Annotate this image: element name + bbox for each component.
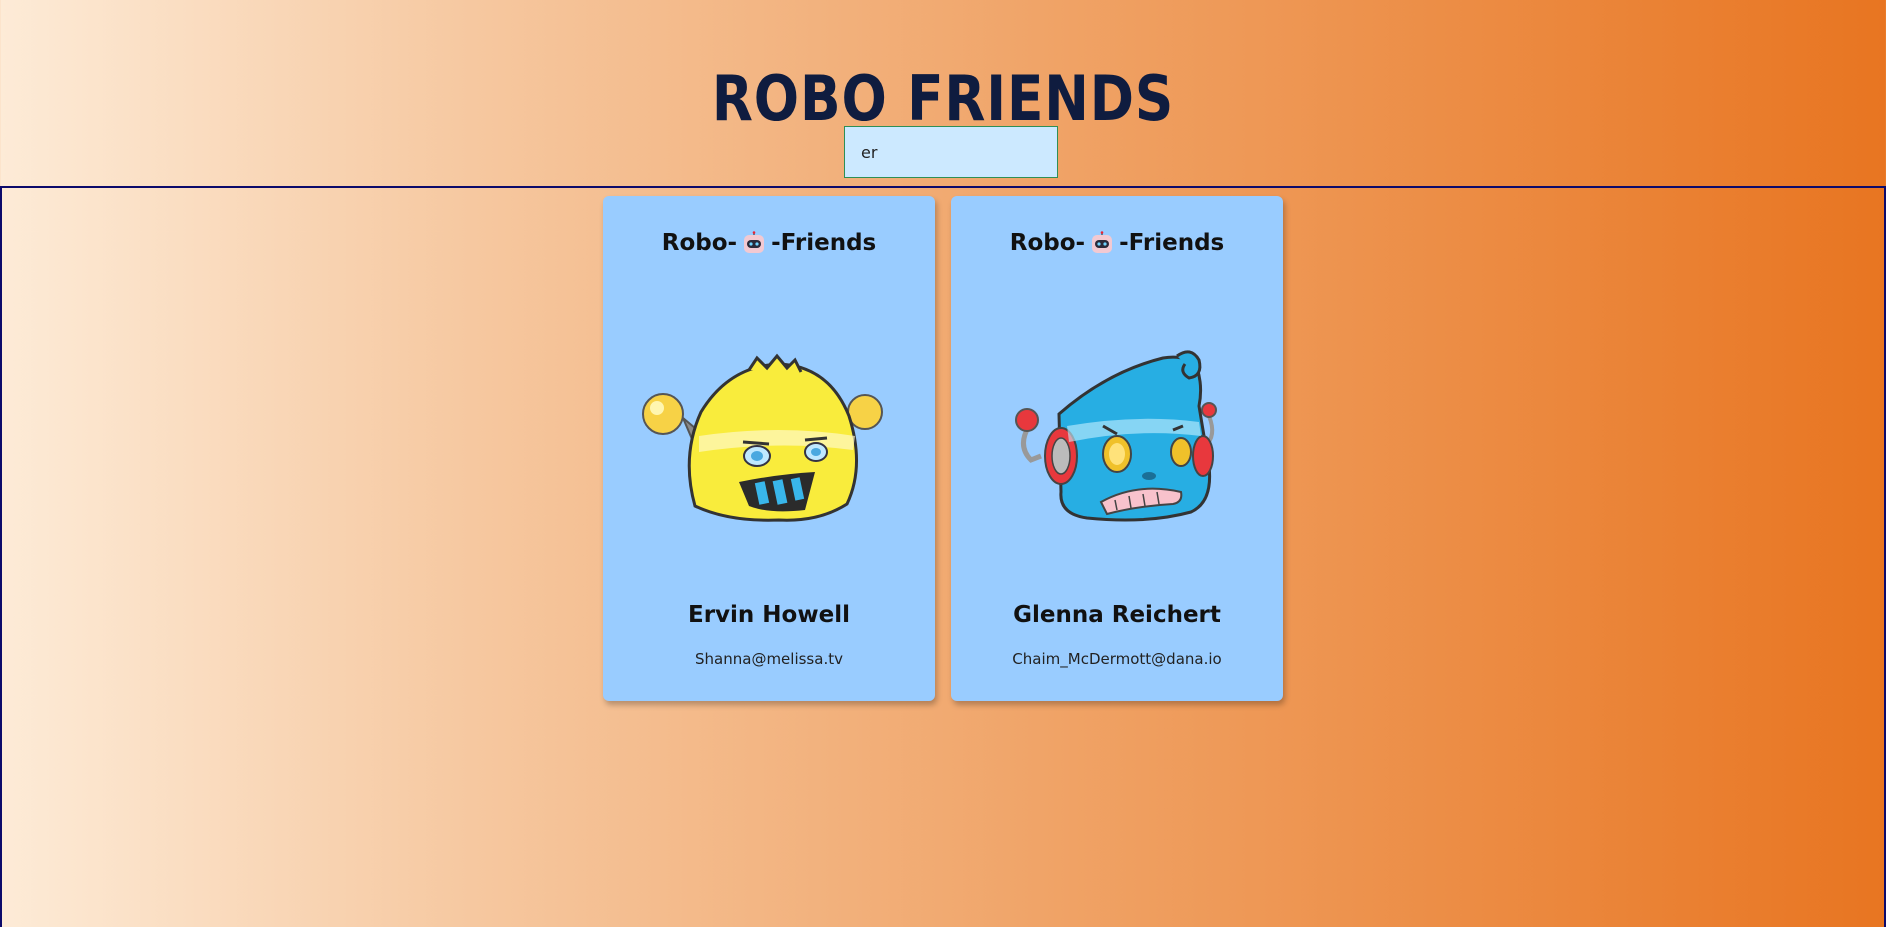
card-heading-suffix: -Friends <box>1119 230 1225 256</box>
card-heading-prefix: Robo- <box>661 230 738 256</box>
card-scroll-area[interactable] <box>0 186 1886 927</box>
robot-face-icon <box>1092 231 1113 253</box>
card-heading: Robo- -Friends <box>951 230 1283 256</box>
app-title: Robo Friends <box>711 61 1175 135</box>
robot-card: Robo- -Friends <box>951 196 1283 701</box>
yellow-robot-avatar <box>642 353 883 522</box>
card-email: Chaim_McDermott@dana.io <box>1012 650 1222 668</box>
robot-face-icon <box>744 231 765 253</box>
search-input[interactable] <box>844 126 1058 178</box>
robot-card: Robo- -Friends <box>603 196 935 701</box>
card-heading-suffix: -Friends <box>771 230 877 256</box>
card-heading-prefix: Robo- <box>1009 230 1086 256</box>
card-email: Shanna@melissa.tv <box>695 650 843 668</box>
card-heading: Robo- -Friends <box>603 230 935 256</box>
card-name: Glenna Reichert <box>1013 602 1221 628</box>
card-name: Ervin Howell <box>688 602 850 628</box>
blue-robot-avatar <box>1015 350 1217 522</box>
